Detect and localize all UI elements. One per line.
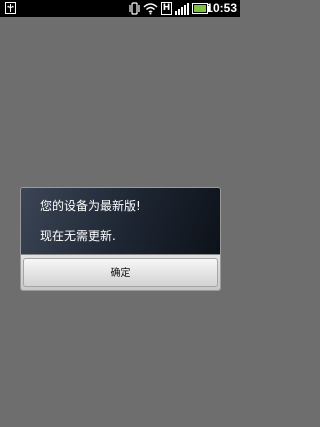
dialog-message-area: 您的设备为最新版! 现在无需更新. [21,188,220,254]
confirm-button[interactable]: 确定 [23,258,218,287]
wifi-icon [143,3,158,15]
status-time: 10:53 [206,1,237,15]
dialog-button-bar: 确定 [21,254,220,290]
status-bar: H 10:53 [0,0,240,17]
usb-icon [5,2,16,14]
vibrate-icon [129,2,140,15]
update-dialog: 您的设备为最新版! 现在无需更新. 确定 [20,187,221,291]
dialog-message-line-2: 现在无需更新. [40,229,116,243]
signal-icon [175,3,189,15]
h-network-icon: H [161,2,172,15]
dialog-message-line-1: 您的设备为最新版! [40,199,141,213]
